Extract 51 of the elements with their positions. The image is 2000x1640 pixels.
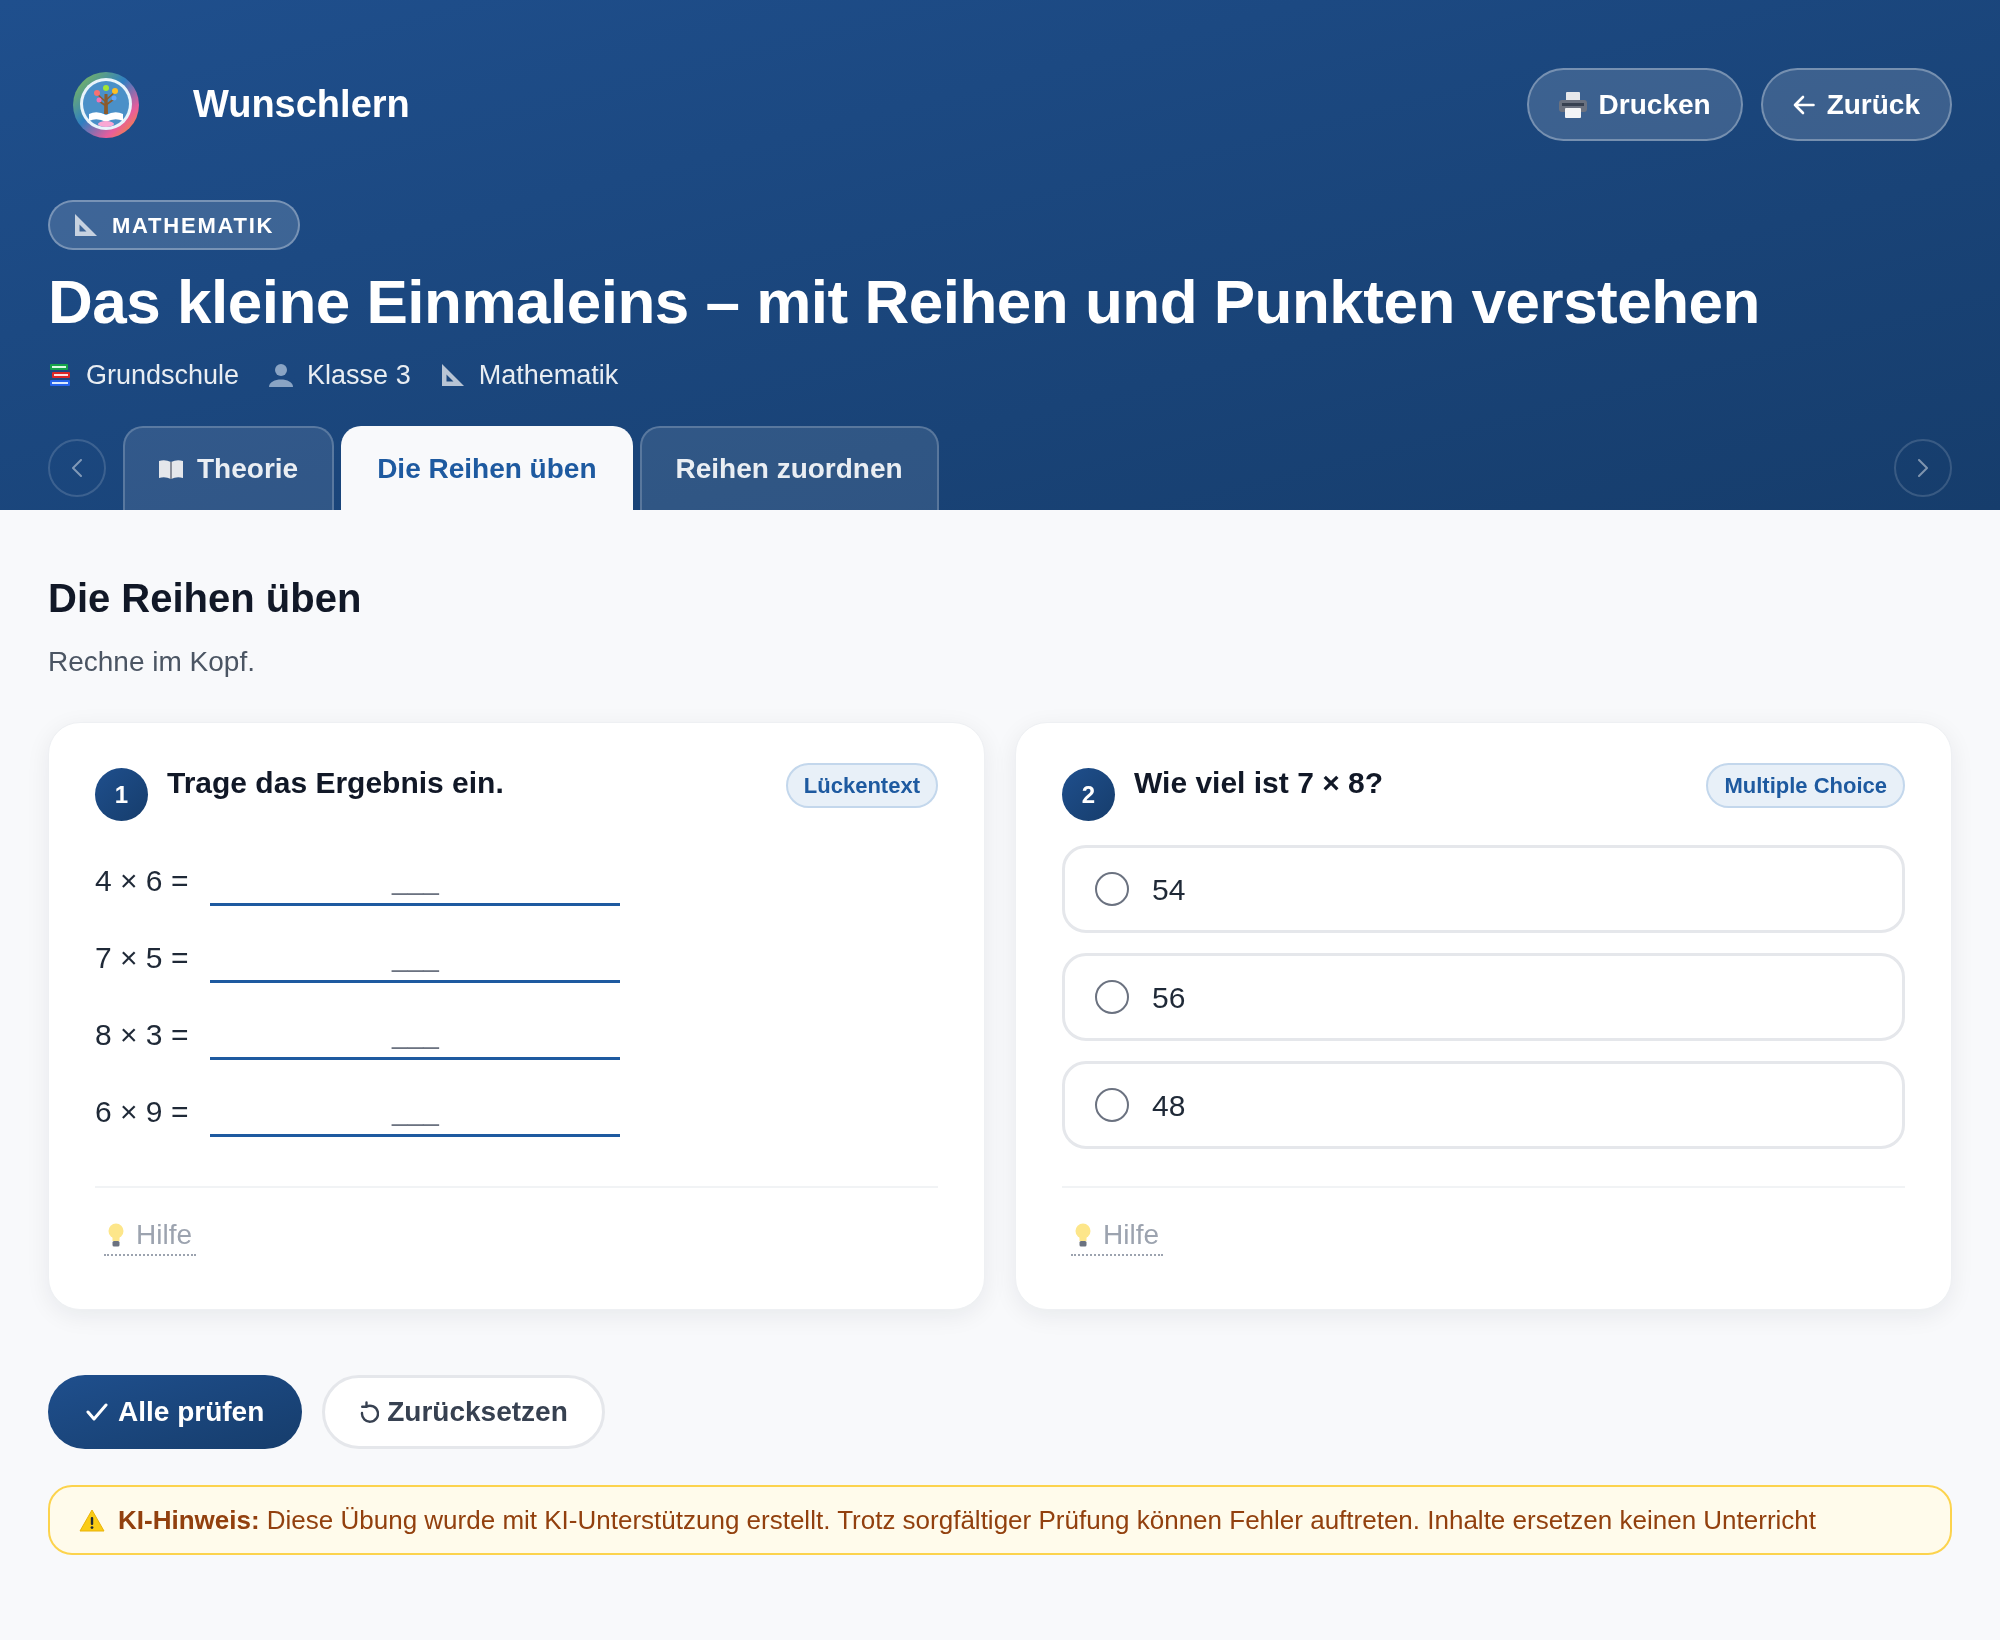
answer-field[interactable]: ___ [210,856,621,906]
print-button[interactable]: Drucken [1526,68,1743,141]
question-type-badge: Multiple Choice [1706,763,1905,808]
tree-book-icon [73,71,139,138]
subject-label: MATHEMATIK [112,211,275,240]
answer-option[interactable]: 54 [1062,845,1905,933]
open-book-icon [159,459,183,479]
lightbulb-icon [1075,1223,1091,1247]
answer-field[interactable]: ___ [210,933,621,983]
printer-icon [1558,91,1587,118]
triangle-ruler-icon [74,213,98,237]
equation-text: 4 × 6 = [95,863,189,899]
tab[interactable]: Die Reihen üben [341,426,633,510]
check-all-button[interactable]: Alle prüfen [48,1375,303,1449]
page-title: Das kleine Einmaleins – mit Reihen und Punkten verstehen [48,269,1760,335]
meta-label: Grundschule [86,358,240,392]
answer-option[interactable]: 48 [1062,1061,1905,1149]
person-icon [269,363,294,387]
question-type-badge: Lückentext [785,763,938,808]
equation-text: 8 × 3 = [95,1017,189,1053]
radio-button[interactable] [1095,980,1129,1014]
question-prompt: Trage das Ergebnis ein. [167,765,504,801]
warning-icon [79,1509,105,1532]
chevron-right-icon [1918,459,1928,477]
equation-text: 6 × 9 = [95,1094,189,1130]
section-subtitle: Rechne im Kopf. [48,645,256,679]
answer-field[interactable]: ___ [210,1087,621,1137]
section-title: Die Reihen üben [48,575,363,622]
reset-button[interactable]: Zurücksetzen [322,1375,605,1449]
equation-text: 7 × 5 = [95,940,189,976]
brand-name: Wunschlern [193,82,410,127]
back-button[interactable]: Zurück [1760,68,1952,141]
question-prompt: Wie viel ist 7 × 8? [1134,765,1383,801]
notice-text: KI-Hinweis: Diese Übung wurde mit KI-Unterstützung erstellt. Trotz sorgfältiger Prüfung können Fehler auftreten. Inhalte ersetzen keinen Unterricht [118,1505,1817,1535]
arrow-left-icon [1792,94,1815,115]
question-number: 2 [1062,768,1115,821]
radio-button[interactable] [1095,1088,1129,1122]
triangle-ruler-icon [440,363,465,387]
reset-icon [359,1401,380,1423]
chevron-left-icon [72,459,82,477]
meta-label: Klasse 3 [307,358,411,392]
tab[interactable]: Theorie [123,426,335,510]
answer-field[interactable]: ___ [210,1010,621,1060]
question-number: 1 [95,768,148,821]
answer-option[interactable]: 56 [1062,953,1905,1041]
lightbulb-icon [108,1223,124,1247]
radio-button[interactable] [1095,872,1129,906]
check-icon [86,1403,108,1421]
books-icon [48,363,72,387]
tab[interactable]: Reihen zuordnen [639,426,939,510]
meta-label: Mathematik [478,358,619,392]
